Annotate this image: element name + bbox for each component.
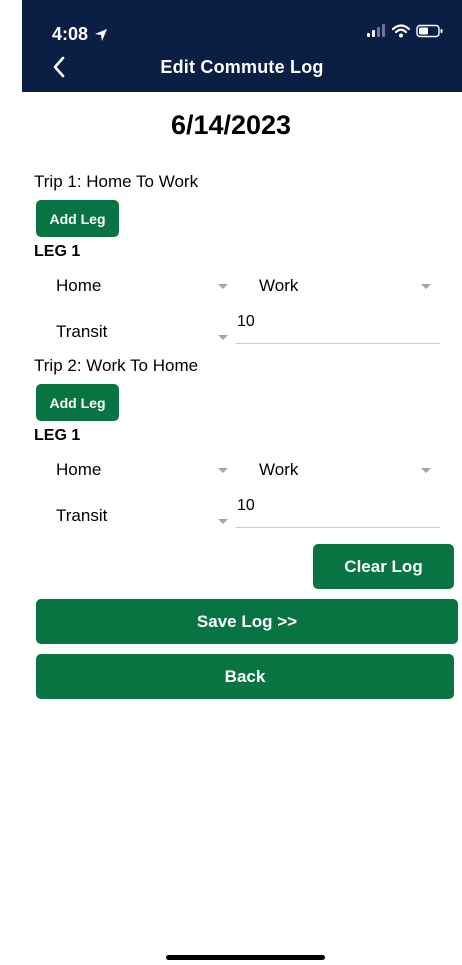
trip-2-label: Trip 2: Work To Home — [34, 356, 199, 375]
status-time-text: 4:08 — [52, 24, 89, 44]
chevron-down-icon — [218, 334, 228, 340]
select-value: Work — [259, 460, 299, 479]
trip-2-add-leg-button[interactable]: Add Leg — [36, 384, 119, 421]
trip-1-add-leg-button[interactable]: Add Leg — [36, 200, 119, 237]
cellular-signal-icon — [366, 24, 386, 43]
chevron-down-icon — [218, 518, 228, 524]
save-log-button[interactable]: Save Log >> — [36, 599, 458, 644]
location-arrow-icon — [94, 28, 108, 42]
trip-1-leg-1-value-input[interactable]: 10 — [236, 311, 440, 344]
clear-log-button[interactable]: Clear Log — [313, 544, 454, 589]
select-value: Home — [56, 460, 102, 479]
trip-2-leg-1-mode-select[interactable]: Transit — [56, 501, 228, 531]
trip-1-leg-1-label: LEG 1 — [34, 243, 81, 260]
input-value: 10 — [237, 313, 255, 330]
select-value: Work — [259, 276, 299, 295]
status-icons — [366, 24, 444, 43]
wifi-icon — [391, 24, 411, 43]
chevron-down-icon — [218, 283, 228, 289]
log-date: 6/14/2023 — [170, 110, 292, 140]
chevron-down-icon — [218, 467, 228, 473]
home-indicator — [166, 955, 325, 960]
page-title: Edit Commute Log — [160, 57, 324, 77]
trip-2-leg-1-value-input[interactable]: 10 — [236, 495, 440, 528]
select-value: Transit — [56, 322, 108, 341]
back-button[interactable]: Back — [36, 654, 454, 699]
app-header: 4:08 Edit Commute Log — [22, 0, 462, 92]
trip-1-leg-1-from-select[interactable]: Home — [56, 271, 228, 301]
trip-2-leg-1-from-select[interactable]: Home — [56, 455, 228, 485]
trip-2-leg-1-label: LEG 1 — [34, 427, 81, 444]
trip-1-label: Trip 1: Home To Work — [34, 172, 199, 191]
input-value: 10 — [237, 497, 255, 514]
trip-2-leg-1-to-select[interactable]: Work — [259, 455, 431, 485]
battery-icon — [416, 24, 444, 43]
status-time: 4:08 — [52, 24, 108, 45]
trip-1-leg-1-mode-select[interactable]: Transit — [56, 317, 228, 347]
chevron-down-icon — [421, 283, 431, 289]
chevron-down-icon — [421, 467, 431, 473]
select-value: Home — [56, 276, 102, 295]
trip-1-leg-1-to-select[interactable]: Work — [259, 271, 431, 301]
select-value: Transit — [56, 506, 108, 525]
